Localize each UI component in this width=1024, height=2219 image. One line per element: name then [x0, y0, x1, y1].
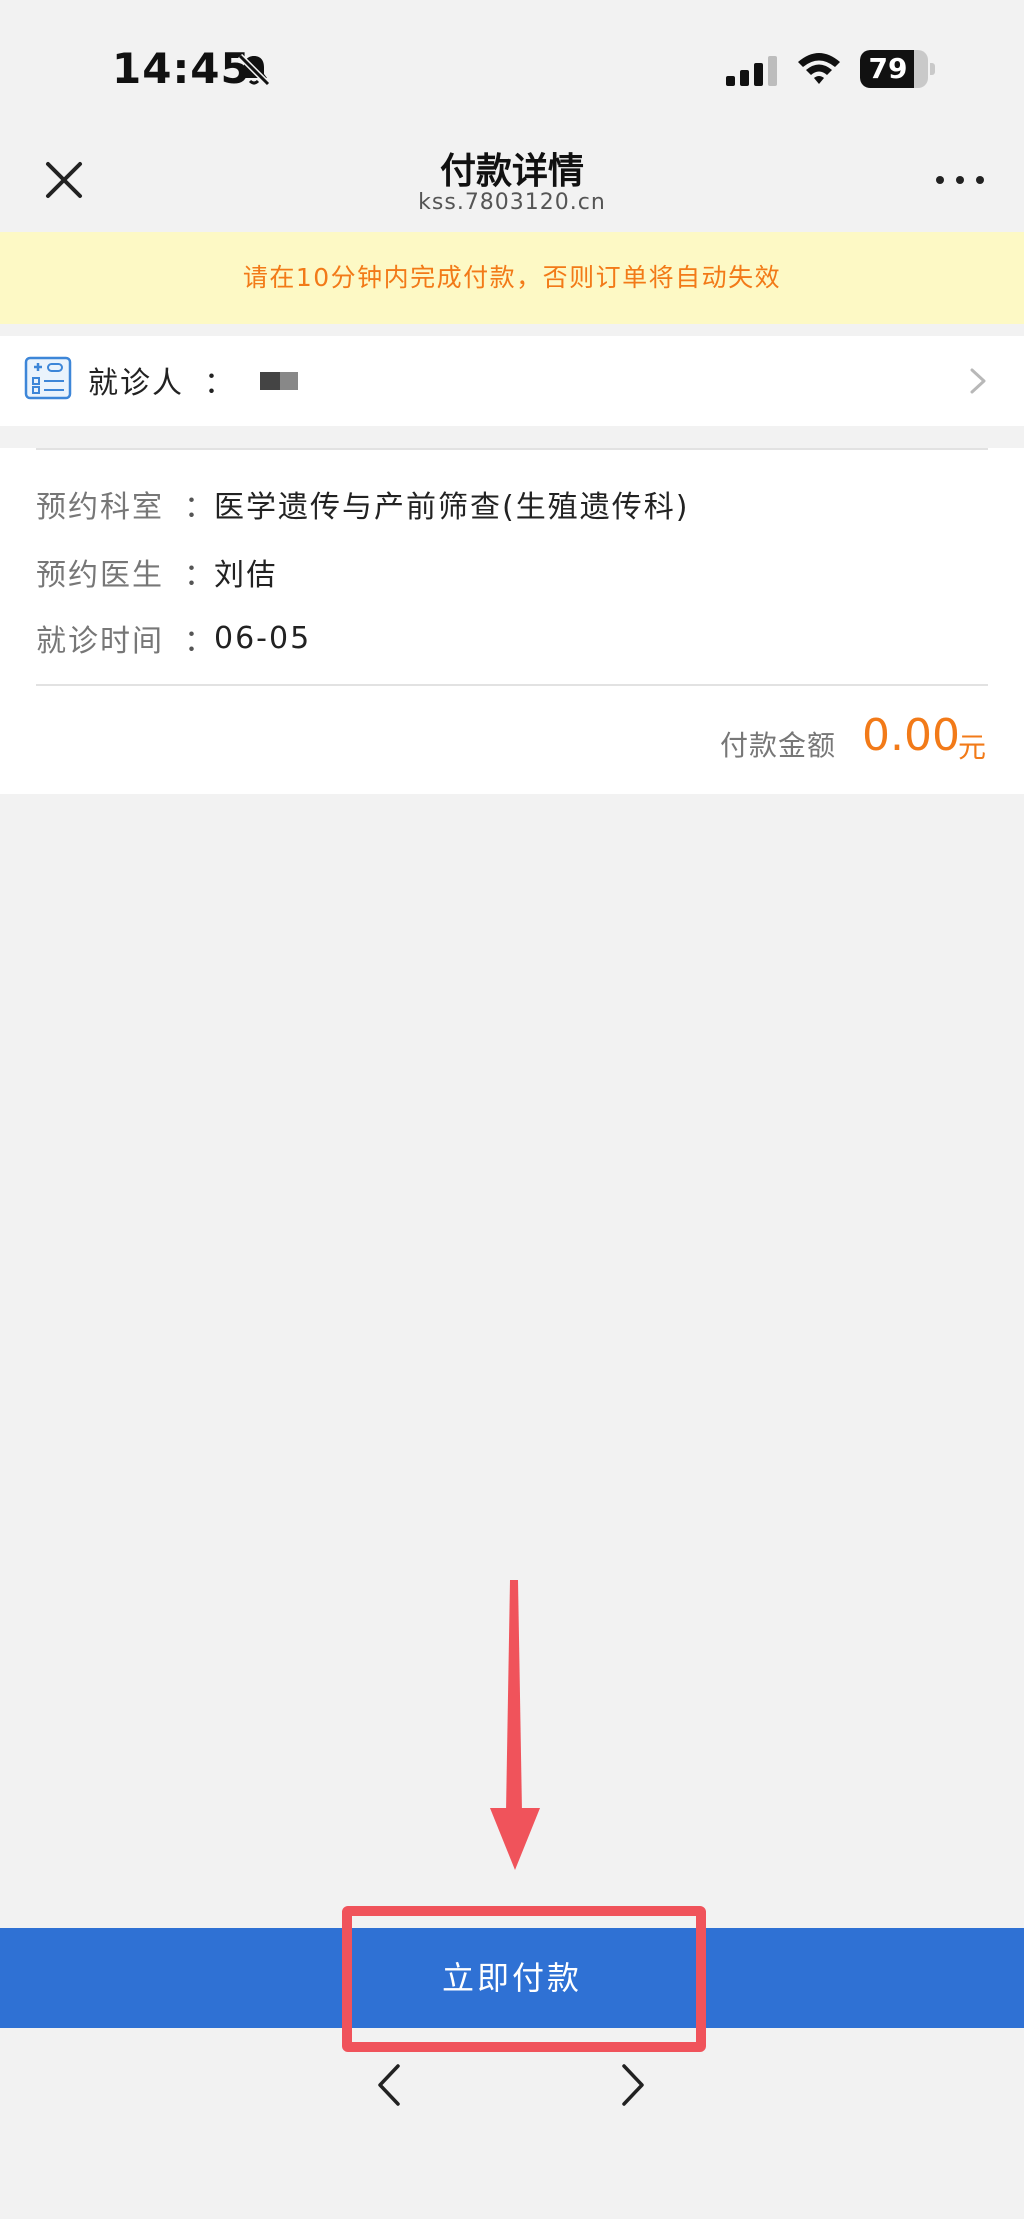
- amount-value: 0.00: [862, 710, 960, 761]
- visit-time-value: 06-05: [214, 620, 312, 656]
- page-title: 付款详情: [439, 151, 584, 192]
- medical-card-icon: [24, 356, 72, 400]
- department-row: 预约科室 ： 医学遗传与产前筛查(生殖遗传科): [36, 482, 689, 526]
- forward-arrow-icon[interactable]: [612, 2060, 652, 2110]
- battery-level: 79: [868, 52, 908, 85]
- nav-bar: 付款详情 kss.7803120.cn: [0, 130, 1024, 232]
- doctor-row: 预约医生 ： 刘佶: [36, 550, 278, 594]
- wifi-icon: [798, 53, 840, 84]
- status-bar: 14:45 79: [0, 0, 1024, 130]
- divider: [36, 448, 988, 450]
- department-colon: ：: [184, 490, 214, 525]
- status-time: 14:45: [112, 44, 251, 93]
- back-arrow-icon[interactable]: [370, 2060, 410, 2110]
- patient-name-redacted: [260, 372, 298, 390]
- visit-time-label: 就诊时间: [36, 624, 164, 659]
- page: 14:45 79 付款详情 kss.7803120.cn 请在10分钟内完成付款…: [0, 0, 1024, 2219]
- more-icon: [936, 176, 944, 184]
- signal-icon: [726, 56, 777, 86]
- page-domain: kss.7803120.cn: [418, 190, 606, 215]
- doctor-colon: ：: [184, 558, 214, 593]
- divider: [36, 684, 988, 686]
- bell-slash-icon: [237, 53, 271, 87]
- doctor-value: 刘佶: [214, 558, 278, 593]
- department-value: 医学遗传与产前筛查(生殖遗传科): [214, 490, 690, 525]
- notice-text: 请在10分钟内完成付款，否则订单将自动失效: [242, 263, 782, 292]
- doctor-label: 预约医生: [36, 558, 164, 593]
- amount-unit: 元: [958, 731, 987, 764]
- chevron-right-icon: [970, 368, 986, 394]
- annotation-highlight-box: [342, 1906, 706, 2052]
- visit-time-colon: ：: [184, 624, 214, 659]
- annotation-arrow-icon: [490, 1580, 540, 1870]
- more-button[interactable]: [936, 170, 984, 190]
- department-label: 预约科室: [36, 490, 164, 525]
- patient-label: 就诊人: [88, 366, 184, 401]
- amount-label: 付款金额: [720, 729, 837, 762]
- appointment-info-card: 预约科室 ： 医学遗传与产前筛查(生殖遗传科) 预约医生 ： 刘佶 就诊时间 ：…: [0, 448, 1024, 794]
- patient-selector[interactable]: 就诊人 ：: [0, 336, 1024, 426]
- visit-time-row: 就诊时间 ： 06-05: [36, 616, 311, 660]
- battery-icon: 79: [860, 50, 936, 88]
- payment-timeout-notice: 请在10分钟内完成付款，否则订单将自动失效: [0, 232, 1024, 324]
- patient-colon: ：: [204, 366, 234, 401]
